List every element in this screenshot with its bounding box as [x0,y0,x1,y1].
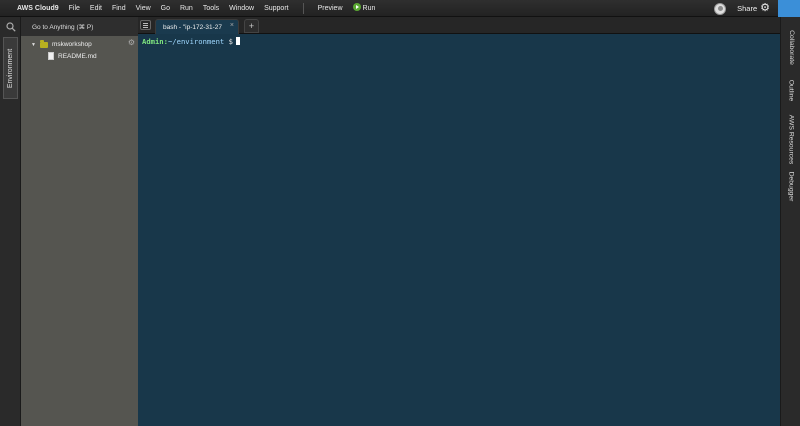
avatar[interactable] [714,2,727,15]
menu-tools[interactable]: Tools [198,0,224,17]
share-button[interactable]: Share [737,4,757,13]
prompt-symbol: $ [228,37,233,46]
prompt-user: Admin: [142,37,168,46]
terminal-cursor [235,37,240,45]
tab-debugger-label: Debugger [787,171,795,201]
menu-separator [302,2,304,14]
gear-icon[interactable]: ⚙ [760,0,770,17]
expand-triangle-icon[interactable]: ▼ [31,42,36,48]
tab-environment[interactable]: Environment [3,37,18,99]
terminal[interactable]: Admin:~/environment $ [138,34,780,426]
tab-outline-label: Outline [787,79,795,101]
brand-menu[interactable]: AWS Cloud9 [0,0,64,17]
menu-bar: AWS Cloud9 File Edit Find View Go Run To… [0,0,800,17]
tree-item-label: mskworkshop [51,41,92,48]
tab-menu-icon[interactable] [140,20,151,30]
goto-anything-input[interactable]: Go to Anything (⌘ P) [21,17,138,36]
tab-terminal[interactable]: bash - "ip-172-31-27 × [155,19,239,34]
tab-aws-resources[interactable]: AWS Resources [783,107,799,171]
menu-file[interactable]: File [64,0,85,17]
prompt-path: ~/environment [167,37,225,46]
run-label: Run [362,4,376,12]
new-tab-button[interactable]: + [244,19,259,33]
tree-file-readme[interactable]: README.md [48,52,97,60]
menu-window[interactable]: Window [224,0,259,17]
tree-settings-icon[interactable]: ⚙ [128,38,135,47]
tab-aws-resources-label: AWS Resources [787,114,795,164]
file-icon [48,52,54,60]
left-panel-strip: Environment [0,17,21,426]
run-icon [352,2,361,11]
menu-view[interactable]: View [131,0,156,17]
right-panel-strip: Collaborate Outline AWS Resources Debugg… [780,17,800,426]
environment-sidebar: Go to Anything (⌘ P) ⚙ ▼ mskworkshop REA… [21,17,138,426]
tab-debugger[interactable]: Debugger [783,166,799,206]
editor-tab-bar: bash - "ip-172-31-27 × + [138,17,780,34]
tree-item-label: README.md [58,52,97,60]
menu-go[interactable]: Go [156,0,175,17]
run-button[interactable]: Run [348,0,381,17]
search-icon[interactable] [0,17,21,36]
tab-collaborate[interactable]: Collaborate [783,23,799,71]
folder-icon [39,39,48,48]
tab-environment-label: Environment [7,48,15,88]
preview-button[interactable]: Preview [313,0,348,17]
close-icon[interactable]: × [230,22,234,29]
tab-outline[interactable]: Outline [783,73,799,107]
tab-collaborate-label: Collaborate [787,29,795,65]
menu-edit[interactable]: Edit [85,0,107,17]
menu-run[interactable]: Run [175,0,198,17]
tree-folder-mskworkshop[interactable]: ▼ mskworkshop [31,39,92,48]
menu-find[interactable]: Find [107,0,131,17]
tab-label: bash - "ip-172-31-27 [163,23,223,31]
menu-support[interactable]: Support [259,0,294,17]
